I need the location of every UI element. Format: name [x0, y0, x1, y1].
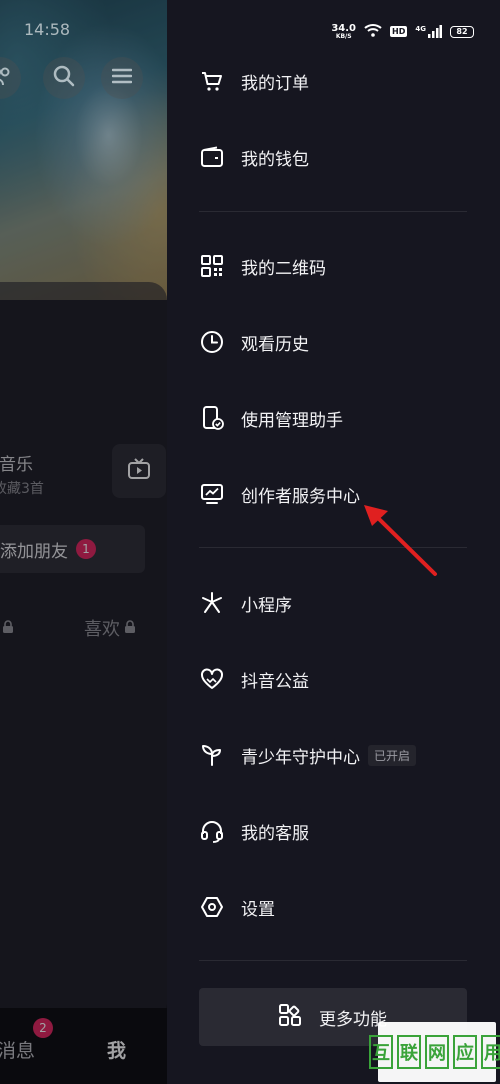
profile-cover-image — [0, 0, 167, 300]
menu-item-label: 抖音公益 — [241, 671, 309, 692]
menu-item-orders[interactable]: 我的订单 — [199, 61, 309, 101]
more-functions-label: 更多功能 — [319, 1009, 387, 1030]
sprout-icon — [199, 742, 225, 768]
wallet-icon — [199, 144, 225, 170]
settings-hex-icon — [199, 894, 225, 920]
chart-monitor-icon — [199, 481, 225, 507]
wifi-icon — [364, 22, 382, 41]
menu-item-label: 我的订单 — [241, 73, 309, 94]
menu-item-label: 使用管理助手 — [241, 410, 343, 431]
watermark-char: 用 — [481, 1035, 500, 1069]
tv-button[interactable] — [112, 444, 166, 498]
status-time: 14:58 — [24, 20, 71, 39]
watermark-char: 联 — [397, 1035, 421, 1069]
profile-content-panel — [0, 282, 167, 1022]
messages-badge: 2 — [33, 1018, 53, 1038]
menu-item-usage-assistant[interactable]: 使用管理助手 — [199, 398, 343, 438]
cart-icon — [199, 68, 225, 94]
menu-item-mini-programs[interactable]: 小程序 — [199, 583, 292, 623]
menu-item-settings[interactable]: 设置 — [199, 887, 275, 927]
search-button[interactable] — [43, 57, 85, 99]
watermark-char: 应 — [453, 1035, 477, 1069]
likes-tab-label: 喜欢 — [84, 619, 120, 640]
headset-icon — [199, 818, 225, 844]
add-friend-button[interactable]: 添加朋友 1 — [0, 525, 145, 573]
watermark-chars: 互 联 网 应 用 — [369, 1035, 500, 1069]
miniprogram-icon — [199, 590, 225, 616]
hd-indicator: HD — [390, 26, 408, 37]
hamburger-icon — [111, 68, 133, 88]
watermark-char: 网 — [425, 1035, 449, 1069]
clock-icon — [199, 329, 225, 355]
menu-item-label: 创作者服务中心 — [241, 486, 360, 507]
menu-item-label: 我的客服 — [241, 823, 309, 844]
phone-check-icon — [199, 405, 225, 431]
nav-me[interactable]: 我 — [107, 1036, 126, 1063]
network-speed-unit: KB/S — [335, 32, 352, 40]
menu-item-label: 设置 — [241, 899, 275, 920]
menu-item-label: 观看历史 — [241, 334, 309, 355]
network-type: 4G — [415, 25, 426, 33]
status-bar-right: 34.0 KB/S HD 4G 82 — [331, 22, 474, 41]
menu-item-charity[interactable]: 抖音公益 — [199, 659, 309, 699]
menu-item-creator-center[interactable]: 创作者服务中心 — [199, 474, 360, 514]
my-music-title[interactable]: 我的音乐 — [0, 450, 33, 475]
menu-item-label: 小程序 — [241, 595, 292, 616]
menu-item-label: 青少年守护中心 — [241, 747, 360, 768]
divider — [199, 547, 467, 548]
menu-button[interactable] — [101, 57, 143, 99]
add-friend-badge: 1 — [76, 539, 96, 559]
network-speed-value: 34.0 — [331, 22, 357, 34]
lock-icon — [124, 618, 136, 639]
watermark-char: 互 — [369, 1035, 393, 1069]
network-speed: 34.0 KB/S — [331, 22, 357, 40]
menu-item-customer-service[interactable]: 我的客服 — [199, 811, 309, 851]
lock-icon — [2, 619, 14, 638]
menu-item-qrcode[interactable]: 我的二维码 — [199, 246, 326, 286]
watermark-logo: 互 联 网 应 用 — [369, 1022, 500, 1082]
signal-icon: 4G — [415, 25, 442, 38]
qrcode-icon — [199, 253, 225, 279]
tv-icon — [127, 458, 151, 484]
menu-item-wallet[interactable]: 我的钱包 — [199, 137, 309, 177]
nav-messages[interactable]: 消息 — [0, 1036, 35, 1063]
grid-apps-icon — [279, 1003, 301, 1031]
divider — [199, 960, 467, 961]
menu-item-watch-history[interactable]: 观看历史 — [199, 322, 309, 362]
charity-heart-icon — [199, 666, 225, 692]
menu-item-label: 我的二维码 — [241, 258, 326, 279]
menu-item-youth-guard[interactable]: 青少年守护中心 已开启 — [199, 735, 417, 775]
search-icon — [53, 65, 75, 91]
divider — [199, 211, 467, 212]
battery-indicator: 82 — [450, 25, 474, 38]
side-drawer: 34.0 KB/S HD 4G 82 我的订单 我的钱包 我的二维码 观看历史 … — [167, 0, 500, 1084]
tab-likes[interactable]: 喜欢 — [84, 615, 136, 641]
profile-page-background: 14:58 我的音乐 已收藏3首 添加朋友 1 喜欢 消息 2 我 — [0, 0, 167, 1084]
menu-item-label: 我的钱包 — [241, 149, 309, 170]
add-friend-label: 添加朋友 — [0, 541, 68, 562]
my-music-subtitle: 已收藏3首 — [0, 481, 44, 497]
youth-guard-status-tag: 已开启 — [368, 744, 417, 766]
friends-icon — [0, 65, 12, 91]
